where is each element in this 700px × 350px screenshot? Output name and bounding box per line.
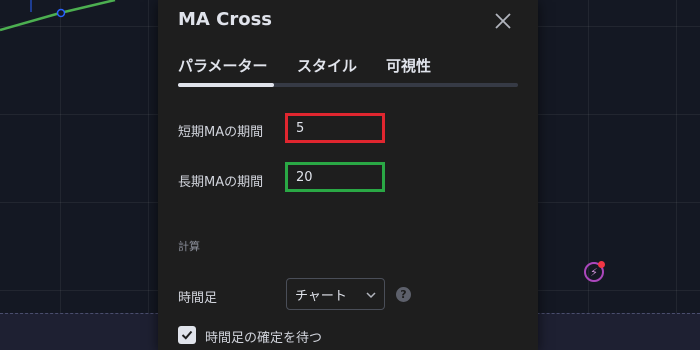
notification-dot [598,261,605,268]
calc-section-label: 計算 [178,240,200,253]
long-period-input[interactable] [285,162,385,192]
tab-style[interactable]: スタイル [297,55,357,76]
chevron-down-icon [366,292,376,299]
timeframe-value: チャート [295,288,347,304]
tab-parameters[interactable]: パラメーター [178,55,268,76]
help-icon[interactable]: ? [396,287,411,302]
chart-point [56,8,66,18]
close-icon [495,13,511,29]
wait-confirm-label: 時間足の確定を待つ [205,331,323,346]
settings-dialog: MA Cross パラメーター スタイル 可視性 短期MAの期間 長期MAの期間… [158,0,538,350]
wait-confirm-checkbox[interactable] [178,326,196,344]
check-icon [181,330,193,340]
timeframe-label: 時間足 [178,291,218,306]
short-period-input[interactable] [285,113,385,143]
tab-bar: パラメーター スタイル 可視性 [178,55,518,87]
active-tab-indicator [178,83,274,87]
timeframe-select[interactable]: チャート [286,278,385,310]
lightning-alert-icon[interactable]: ⚡ [584,261,605,282]
lightning-glyph: ⚡ [590,265,598,279]
long-period-label: 長期MAの期間 [178,175,264,190]
dialog-title: MA Cross [178,9,272,30]
close-button[interactable] [492,10,514,32]
short-period-label: 短期MAの期間 [178,125,264,140]
tab-visibility[interactable]: 可視性 [386,55,431,76]
